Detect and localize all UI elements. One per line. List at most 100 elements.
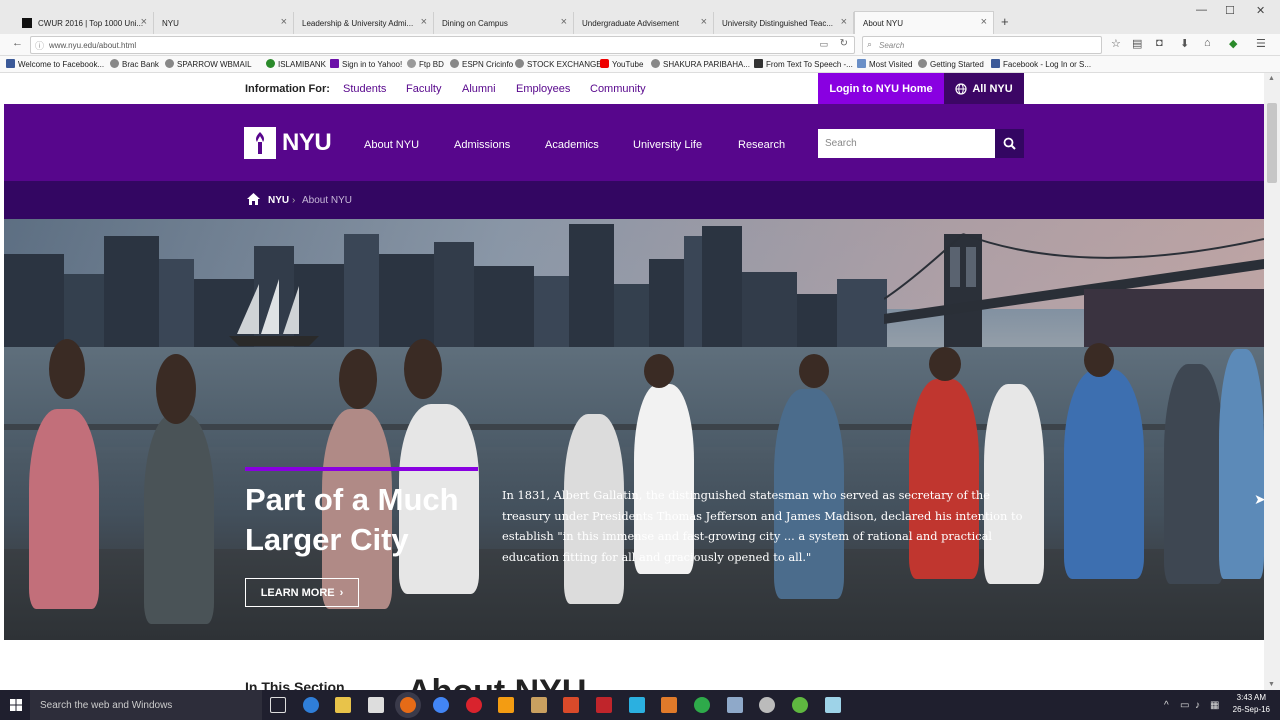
scroll-down-icon[interactable]: ▼: [1268, 681, 1275, 688]
calculator-icon[interactable]: [727, 697, 743, 713]
app-icon[interactable]: [792, 697, 808, 713]
app-icon[interactable]: [759, 697, 775, 713]
home-icon[interactable]: ⌂: [1204, 37, 1211, 49]
back-arrow-icon[interactable]: ←: [12, 37, 23, 49]
site-search-button[interactable]: [995, 129, 1024, 158]
task-view-icon[interactable]: [270, 697, 286, 713]
link-faculty[interactable]: Faculty: [406, 83, 441, 95]
site-search-input[interactable]: Search: [818, 129, 995, 158]
bookmark-item[interactable]: Facebook - Log In or S...: [991, 59, 1091, 69]
network-icon[interactable]: ▭: [1180, 700, 1189, 711]
page-scrollbar[interactable]: ▲ ▼: [1264, 73, 1280, 690]
minimize-window-icon[interactable]: —: [1196, 4, 1207, 16]
close-tab-icon[interactable]: ×: [421, 16, 427, 28]
taskbar-search-field[interactable]: Search the web and Windows: [30, 690, 262, 720]
reader-view-icon[interactable]: ▭: [819, 39, 828, 50]
new-tab-icon[interactable]: +: [1001, 14, 1009, 29]
link-community[interactable]: Community: [590, 83, 646, 95]
nav-academics[interactable]: Academics: [545, 139, 599, 151]
bookmark-item[interactable]: Ftp BD: [407, 59, 444, 69]
bookmark-item[interactable]: Welcome to Facebook...: [6, 59, 104, 69]
bookmark-star-icon[interactable]: ☆: [1111, 37, 1121, 50]
edge-icon[interactable]: [303, 697, 319, 713]
download-manager-icon[interactable]: [596, 697, 612, 713]
windows-taskbar: Search the web and Windows ^ ▭ ♪ ▦ 3:43 …: [0, 690, 1280, 720]
maximize-window-icon[interactable]: ☐: [1225, 4, 1235, 17]
notepad-icon[interactable]: [825, 697, 841, 713]
addon-icon[interactable]: ◆: [1229, 37, 1237, 50]
nyu-logo[interactable]: NYU: [244, 127, 332, 159]
reload-icon[interactable]: ↻: [840, 38, 848, 49]
app-icon[interactable]: [694, 697, 710, 713]
url-bar[interactable]: ⓘ www.nyu.edu/about.html ▭ ↻: [30, 36, 855, 54]
home-icon[interactable]: [247, 193, 260, 205]
bookmark-item[interactable]: SHAKURA PARIBAHA...: [651, 59, 750, 69]
globe-icon: [165, 59, 174, 68]
bookmarks-library-icon[interactable]: ▤: [1132, 37, 1142, 50]
nav-admissions[interactable]: Admissions: [454, 139, 510, 151]
scroll-up-icon[interactable]: ▲: [1268, 75, 1275, 82]
file-explorer-icon[interactable]: [335, 697, 351, 713]
torch-icon: [244, 127, 276, 159]
nav-research[interactable]: Research: [738, 139, 785, 151]
hero-title: Part of a Much Larger City: [245, 482, 459, 557]
browser-tab[interactable]: Dining on Campus ×: [434, 12, 574, 34]
browser-search-field[interactable]: ⌕ Search: [862, 36, 1102, 54]
all-nyu-button[interactable]: All NYU: [944, 73, 1024, 104]
browser-tab[interactable]: CWUR 2016 | Top 1000 Uni... ×: [14, 12, 154, 34]
close-tab-icon[interactable]: ×: [141, 16, 147, 28]
close-tab-icon[interactable]: ×: [701, 16, 707, 28]
learn-more-button[interactable]: LEARN MORE ›: [245, 578, 359, 607]
breadcrumb-separator: ›: [292, 195, 296, 206]
login-label: Login to NYU Home: [829, 82, 933, 95]
bookmark-item[interactable]: Brac Bank: [110, 59, 159, 69]
breadcrumb-nyu[interactable]: NYU: [268, 195, 289, 206]
tab-label: About NYU: [863, 18, 904, 28]
link-alumni[interactable]: Alumni: [462, 83, 496, 95]
bookmark-item[interactable]: Sign in to Yahoo!: [330, 59, 402, 69]
app-icon[interactable]: [563, 697, 579, 713]
hamburger-menu-icon[interactable]: ☰: [1256, 37, 1266, 50]
close-tab-icon[interactable]: ×: [281, 16, 287, 28]
vlc-icon[interactable]: [498, 697, 514, 713]
nav-university-life[interactable]: University Life: [633, 139, 702, 151]
bookmark-item[interactable]: From Text To Speech -...: [754, 59, 853, 69]
bookmark-item[interactable]: Getting Started: [918, 59, 984, 69]
show-hidden-icons-icon[interactable]: ^: [1164, 700, 1169, 711]
app-icon[interactable]: [661, 697, 677, 713]
browser-tab-active[interactable]: About NYU ×: [854, 11, 994, 34]
close-tab-icon[interactable]: ×: [981, 16, 987, 28]
nav-about-nyu[interactable]: About NYU: [364, 139, 419, 151]
close-tab-icon[interactable]: ×: [561, 16, 567, 28]
bookmark-item[interactable]: ISLAMIBANK: [266, 59, 326, 69]
chrome-icon[interactable]: [433, 697, 449, 713]
pocket-icon[interactable]: ◘: [1156, 37, 1163, 49]
browser-tab[interactable]: Leadership & University Admi... ×: [294, 12, 434, 34]
keyboard-icon[interactable]: ▦: [1210, 700, 1219, 711]
app-icon[interactable]: [629, 697, 645, 713]
bookmark-item[interactable]: ESPN Cricinfo: [450, 59, 513, 69]
app-icon[interactable]: [531, 697, 547, 713]
link-employees[interactable]: Employees: [516, 83, 570, 95]
browser-tab[interactable]: NYU ×: [154, 12, 294, 34]
store-icon[interactable]: [368, 697, 384, 713]
volume-icon[interactable]: ♪: [1195, 700, 1200, 711]
browser-tab[interactable]: Undergraduate Advisement ×: [574, 12, 714, 34]
scrollbar-thumb[interactable]: [1267, 103, 1277, 183]
bookmark-item[interactable]: YouTube: [600, 59, 643, 69]
close-window-icon[interactable]: ✕: [1256, 4, 1265, 17]
close-tab-icon[interactable]: ×: [841, 16, 847, 28]
windows-start-icon[interactable]: [10, 699, 22, 711]
info-icon[interactable]: ⓘ: [35, 39, 44, 52]
browser-tab[interactable]: University Distinguished Teac... ×: [714, 12, 854, 34]
globe-icon: [110, 59, 119, 68]
clock[interactable]: 3:43 AM 26-Sep-16: [1233, 692, 1270, 716]
link-students[interactable]: Students: [343, 83, 386, 95]
login-nyu-home-button[interactable]: Login to NYU Home: [818, 73, 944, 104]
firefox-icon[interactable]: [400, 697, 416, 713]
bookmark-item[interactable]: Most Visited: [857, 59, 912, 69]
downloads-icon[interactable]: ⬇: [1180, 37, 1189, 50]
opera-icon[interactable]: [466, 697, 482, 713]
bookmark-item[interactable]: SPARROW WBMAIL: [165, 59, 252, 69]
bookmark-item[interactable]: STOCK EXCHANGE: [515, 59, 602, 69]
